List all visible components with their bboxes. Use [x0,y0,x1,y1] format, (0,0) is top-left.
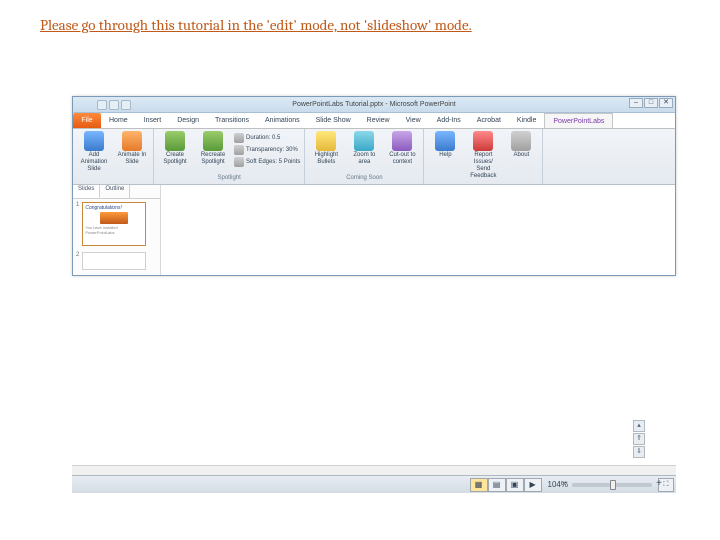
tab-kindle[interactable]: Kindle [509,113,544,128]
scroll-prev-slide-icon[interactable]: ⇑ [633,433,645,445]
spotlight-recreate-icon [203,131,223,151]
tab-home[interactable]: Home [101,113,136,128]
about-icon [511,131,531,151]
slide-canvas[interactable] [161,185,675,275]
tab-insert[interactable]: Insert [136,113,170,128]
tab-view[interactable]: View [398,113,429,128]
cutout-icon [392,131,412,151]
ribbon: Add Animation Slide Animate In Slide Cre… [73,129,675,185]
transparency-icon [234,145,244,155]
instruction-text: Please go through this tutorial in the '… [0,0,720,34]
outline-tab[interactable]: Outline [100,185,130,198]
zoom-slider[interactable]: − + [572,483,652,487]
tab-slideshow[interactable]: Slide Show [308,113,359,128]
create-spotlight-button[interactable]: Create Spotlight [158,131,192,166]
ribbon-group-coming-soon: Highlight Bullets Zoom to area Cut-out t… [305,129,424,184]
scroll-up-icon[interactable]: ▴ [633,420,645,432]
ribbon-tabs: File Home Insert Design Transitions Anim… [73,113,675,129]
slide-thumbnail-1[interactable]: 1 Congratulations! You have installed Po… [73,199,160,249]
spotlight-create-icon [165,131,185,151]
tab-animations[interactable]: Animations [257,113,308,128]
vertical-scroll-controls: ▴ ⇑ ⇓ [633,420,647,459]
highlight-icon [316,131,336,151]
scroll-next-slide-icon[interactable]: ⇓ [633,446,645,458]
duration-icon [234,133,244,143]
file-tab[interactable]: File [73,113,101,128]
qat-save-icon[interactable] [97,100,107,110]
view-buttons: ▦ ▤ ▣ ▶ [470,478,542,492]
powerpoint-window: PowerPointLabs Tutorial.pptx - Microsoft… [72,96,676,276]
highlight-bullets-button[interactable]: Highlight Bullets [309,131,343,166]
recreate-spotlight-button[interactable]: Recreate Spotlight [196,131,230,166]
close-button[interactable]: ✕ [659,98,673,108]
titlebar: PowerPointLabs Tutorial.pptx - Microsoft… [73,97,675,113]
tab-transitions[interactable]: Transitions [207,113,257,128]
slides-pane: Slides Outline 1 Congratulations! You ha… [73,185,161,275]
zoom-icon [354,131,374,151]
report-issues-button[interactable]: Report Issues/ Send Feedback [466,131,500,180]
tab-acrobat[interactable]: Acrobat [469,113,509,128]
ribbon-group-spotlight: Create Spotlight Recreate Spotlight Dura… [154,129,305,184]
sorter-view-button[interactable]: ▤ [488,478,506,492]
tab-review[interactable]: Review [359,113,398,128]
statusbar: ▦ ▤ ▣ ▶ 104% − + ⛶ [72,475,676,493]
about-button[interactable]: About [504,131,538,159]
reading-view-button[interactable]: ▣ [506,478,524,492]
slides-tab[interactable]: Slides [73,185,100,198]
slide-thumbnail-2[interactable]: 2 [73,249,160,273]
thumbnail-preview-1: Congratulations! You have installed Powe… [82,202,146,246]
zoom-out-icon[interactable]: − [562,478,568,489]
cut-out-button[interactable]: Cut-out to context [385,131,419,166]
add-animation-slide-button[interactable]: Add Animation Slide [77,131,111,173]
help-icon [435,131,455,151]
soft-edges-field[interactable]: Soft Edges: 5 Points [234,157,300,167]
zoom-to-area-button[interactable]: Zoom to area [347,131,381,166]
animation-slide-icon [84,131,104,151]
ribbon-group-help: Help Report Issues/ Send Feedback About [424,129,543,184]
minimize-button[interactable]: – [629,98,643,108]
zoom-in-icon[interactable]: + [656,478,662,489]
animate-in-icon [122,131,142,151]
workspace: Slides Outline 1 Congratulations! You ha… [73,185,675,275]
normal-view-button[interactable]: ▦ [470,478,488,492]
report-icon [473,131,493,151]
ribbon-group-animation: Add Animation Slide Animate In Slide [73,129,154,184]
thumbnail-preview-2 [82,252,146,270]
qat-redo-icon[interactable] [121,100,131,110]
zoom-handle[interactable] [610,480,616,490]
pptlabs-logo-icon [100,212,128,224]
bottom-chrome: ▦ ▤ ▣ ▶ 104% − + ⛶ [72,465,676,493]
qat-undo-icon[interactable] [109,100,119,110]
duration-field[interactable]: Duration: 0.5 [234,133,300,143]
window-title: PowerPointLabs Tutorial.pptx - Microsoft… [292,101,455,108]
transparency-field[interactable]: Transparency: 30% [234,145,300,155]
soft-edges-icon [234,157,244,167]
quick-access-toolbar [97,100,131,110]
animate-in-slide-button[interactable]: Animate In Slide [115,131,149,166]
tab-design[interactable]: Design [169,113,207,128]
maximize-button[interactable]: □ [644,98,658,108]
help-button[interactable]: Help [428,131,462,159]
tab-powerpointlabs[interactable]: PowerPointLabs [544,113,613,128]
slideshow-view-button[interactable]: ▶ [524,478,542,492]
tab-addins[interactable]: Add-Ins [429,113,469,128]
